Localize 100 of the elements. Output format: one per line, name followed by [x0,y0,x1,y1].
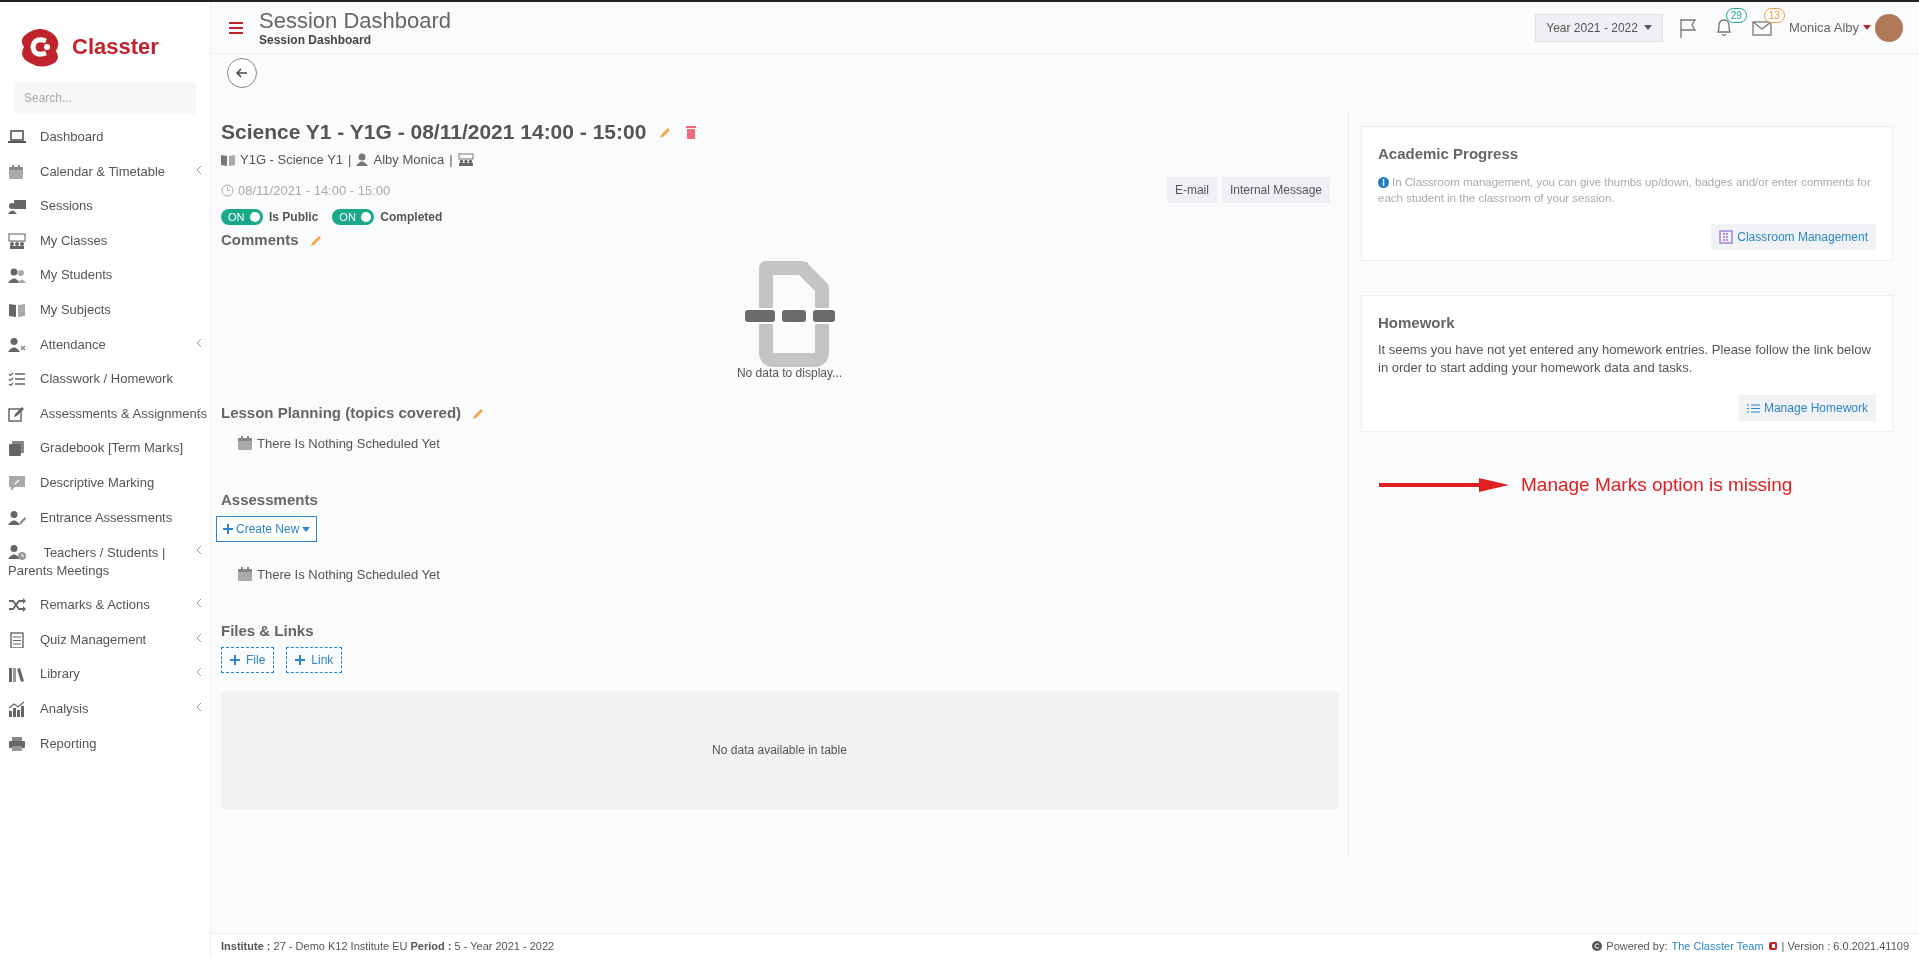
homework-text: It seems you have not yet entered any homework entries. Please follow the link below in order to start adding your homework data and tasks. [1378,341,1872,377]
printer-icon [8,735,26,752]
add-button[interactable]: File [221,647,275,673]
toggle-label: Completed [380,210,443,224]
section-heading: Files & Links [221,622,314,639]
manage-homework-button[interactable]: Manage Homework [1738,395,1876,421]
sidebar-item[interactable]: Gradebook [Term Marks] [0,431,210,466]
user-name[interactable]: Monica Alby [1788,20,1859,35]
sidebar-item[interactable]: Quiz Management [0,622,210,658]
powered-by-text: Powered by: [1606,940,1668,952]
avatar[interactable] [1875,13,1903,42]
section-heading: Assessments [221,491,318,508]
arrow-left-icon [236,68,248,78]
separator: | [449,152,453,167]
person-icon [356,153,369,166]
action-button[interactable]: Internal Message [1221,177,1330,203]
calendar-icon [237,566,253,582]
separator: | [348,152,352,167]
section-heading: Comments [221,231,299,248]
empty-message: No data available in table [712,743,847,757]
menu-icon [229,21,243,34]
sidebar-item[interactable]: Teachers / Students | Parents Meetings [0,535,210,589]
team-link[interactable]: The Classter Team [1671,940,1764,952]
card-title: Homework [1378,314,1456,331]
annotation-text: Manage Marks option is missing [1521,474,1793,496]
institute-info: Institute : 27 - Demo K12 Institute EU Period : 5 - Year 2021 - 2022 [221,940,555,952]
classroom-icon [8,232,26,249]
trash-icon [684,125,699,139]
page-title: Session Dashboard [259,8,451,33]
books-icon [8,666,26,683]
user-edit-icon [8,509,26,526]
info-icon [1378,177,1389,188]
grid-icon [1719,230,1734,244]
calendar-icon [237,435,253,451]
plus-icon [223,524,233,534]
section-heading: Lesson Planning (topics covered) [221,404,462,421]
user-x-icon [8,336,26,353]
list-icon [1746,402,1760,414]
users-icon [8,267,26,284]
session-title: Science Y1 - Y1G - 08/11/2021 14:00 - 15:00 [221,120,647,144]
copyright-icon [1592,941,1603,951]
sidebar-item[interactable]: Descriptive Marking [0,465,210,501]
year-selector[interactable]: Year 2021 - 2022 [1535,13,1663,42]
sidebar-item[interactable]: Sessions [0,189,210,224]
empty-message: There Is Nothing Scheduled Yet [257,435,440,451]
create-new-button[interactable]: Create New [216,516,318,542]
class-label: Y1G - Science Y1 [240,152,344,167]
pencil-icon [658,125,673,139]
search-field[interactable]: Search... [14,82,196,114]
card-title: Academic Progress [1378,145,1520,162]
logo-icon [1767,941,1778,951]
sidebar-item[interactable]: My Classes [0,223,210,259]
list-icon [8,631,26,648]
toggle-label: Is Public [269,210,319,224]
caret-down-icon [1643,25,1652,30]
back-button[interactable] [227,58,257,88]
gradebook-icon [8,440,26,457]
sidebar-item[interactable]: Calendar & Timetable [0,154,210,190]
teacher-name: Alby Monica [373,152,445,167]
message-count: 13 [1763,7,1785,23]
info-text: In Classroom management, you can give thumbs up/down, badges and/or enter comments for each student in the classroom of your session. [1378,175,1872,206]
sidebar-item[interactable]: Entrance Assessments [0,500,210,536]
clock-icon [221,183,234,197]
breadcrumb: Session Dashboard [259,32,373,47]
classroom-icon [457,153,474,166]
add-button[interactable]: Link [286,647,343,673]
bar-chart-icon [8,700,26,717]
laptop-icon [8,129,26,145]
action-button[interactable]: E-mail [1166,177,1217,203]
edit-icon [8,405,26,422]
sidebar-item[interactable]: My Subjects [0,292,210,328]
comment-icon [8,474,26,491]
caret-down-icon [1863,25,1871,30]
checklist-icon [8,371,26,388]
classroom-management-button[interactable]: Classroom Management [1711,224,1876,250]
book-icon [8,301,26,318]
notification-count: 29 [1725,7,1747,23]
sidebar-item[interactable]: Assessments & Assignments [0,396,210,432]
shuffle-icon [8,597,26,614]
arrow-right-icon [1379,478,1509,492]
sidebar-item[interactable]: Remarks & Actions [0,588,210,623]
sidebar-item[interactable]: Attendance [0,327,210,363]
version-text: | Version : 6.0.2021.41109 [1781,940,1909,952]
sidebar-item[interactable]: Reporting [0,726,210,762]
people-icon [8,198,26,215]
plus-icon [295,655,306,665]
caret-down-icon [302,526,311,532]
session-datetime: 08/11/2021 - 14:00 - 15:00 [238,182,391,198]
empty-message: No data to display... [736,366,843,380]
sidebar-item[interactable]: Classwork / Homework [0,362,210,397]
plus-icon [230,655,240,665]
sidebar-item[interactable]: Analysis [0,691,210,727]
sidebar-item[interactable]: My Students [0,258,210,293]
sidebar-item[interactable]: Library [0,657,210,692]
user-clock-icon [8,544,26,561]
book-icon [221,153,235,166]
calendar-icon [8,163,26,180]
logo-text: Classter [72,34,159,60]
sidebar-item[interactable]: Dashboard [0,120,210,155]
logo-icon [20,27,60,67]
